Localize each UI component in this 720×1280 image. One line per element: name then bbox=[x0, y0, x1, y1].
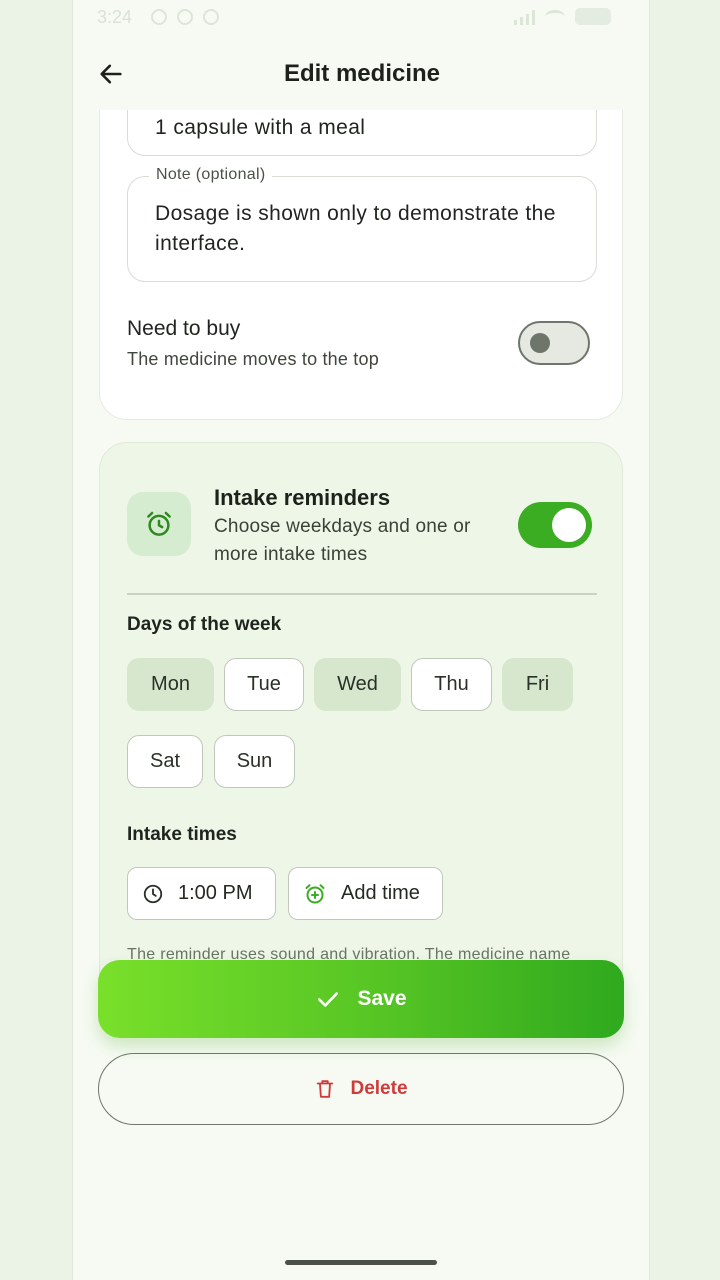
day-chip-sat[interactable]: Sat bbox=[127, 735, 203, 788]
intake-time-value: 1:00 PM bbox=[178, 882, 253, 904]
app-bar: Edit medicine bbox=[73, 36, 649, 110]
intake-time-chip[interactable]: 1:00 PM bbox=[127, 867, 276, 920]
day-chip-mon[interactable]: Mon bbox=[127, 658, 214, 711]
add-time-label: Add time bbox=[341, 882, 420, 904]
save-button-label: Save bbox=[357, 987, 407, 1010]
divider bbox=[127, 593, 597, 595]
notification-icon bbox=[177, 9, 193, 25]
trash-icon bbox=[317, 1080, 334, 1098]
day-chip-sun[interactable]: Sun bbox=[214, 735, 295, 788]
switch-knob bbox=[530, 333, 550, 353]
battery-icon bbox=[575, 8, 611, 25]
page-title: Edit medicine bbox=[283, 60, 441, 87]
reminders-title: Intake reminders bbox=[214, 485, 391, 510]
need-to-buy-subtitle: The medicine moves to the top bbox=[127, 349, 379, 369]
note-field-value: Dosage is shown only to demonstrate the … bbox=[155, 202, 556, 255]
phone-screen: 3:24 Edit medicine 1 capsule with a meal bbox=[72, 0, 650, 1280]
reminders-card: Intake reminders Choose weekdays and one… bbox=[99, 442, 623, 1038]
day-chip-tue[interactable]: Tue bbox=[224, 658, 304, 711]
notification-icon bbox=[203, 9, 219, 25]
intake-times-label: Intake times bbox=[127, 824, 237, 845]
add-alarm-icon bbox=[305, 883, 325, 903]
reminders-switch[interactable] bbox=[518, 502, 592, 548]
notification-icon bbox=[151, 9, 167, 25]
delete-button-label: Delete bbox=[350, 1078, 408, 1099]
notification-icons bbox=[151, 9, 219, 25]
day-chip-thu[interactable]: Thu bbox=[411, 658, 492, 711]
system-icons bbox=[514, 8, 611, 25]
medicine-details-card: 1 capsule with a meal Note (optional) Do… bbox=[99, 110, 623, 420]
wifi-icon bbox=[545, 9, 565, 24]
day-chip-wed[interactable]: Wed bbox=[314, 658, 401, 711]
note-field-label: Note (optional) bbox=[149, 166, 273, 184]
days-of-week-label: Days of the week bbox=[127, 614, 282, 635]
signal-icon bbox=[514, 9, 535, 25]
note-field[interactable]: Note (optional) Dosage is shown only to … bbox=[127, 166, 597, 282]
home-indicator bbox=[285, 1260, 437, 1265]
add-time-button[interactable]: Add time bbox=[288, 867, 443, 920]
delete-button[interactable]: Delete bbox=[98, 1053, 624, 1125]
alarm-clock-icon bbox=[147, 511, 171, 536]
status-bar: 3:24 bbox=[73, 0, 649, 34]
need-to-buy-title: Need to buy bbox=[127, 317, 241, 340]
alarm-icon-container bbox=[127, 492, 191, 556]
status-time: 3:24 bbox=[97, 7, 133, 27]
switch-knob bbox=[552, 508, 586, 542]
reminders-subtitle: Choose weekdays and one or more intake t… bbox=[214, 516, 471, 565]
day-chip-fri[interactable]: Fri bbox=[502, 658, 573, 711]
clock-icon bbox=[143, 884, 163, 903]
dose-field[interactable]: 1 capsule with a meal bbox=[127, 110, 597, 156]
need-to-buy-switch[interactable] bbox=[518, 321, 590, 365]
check-icon bbox=[318, 992, 339, 1007]
save-button[interactable]: Save bbox=[98, 960, 624, 1038]
dose-field-value: 1 capsule with a meal bbox=[155, 116, 366, 139]
